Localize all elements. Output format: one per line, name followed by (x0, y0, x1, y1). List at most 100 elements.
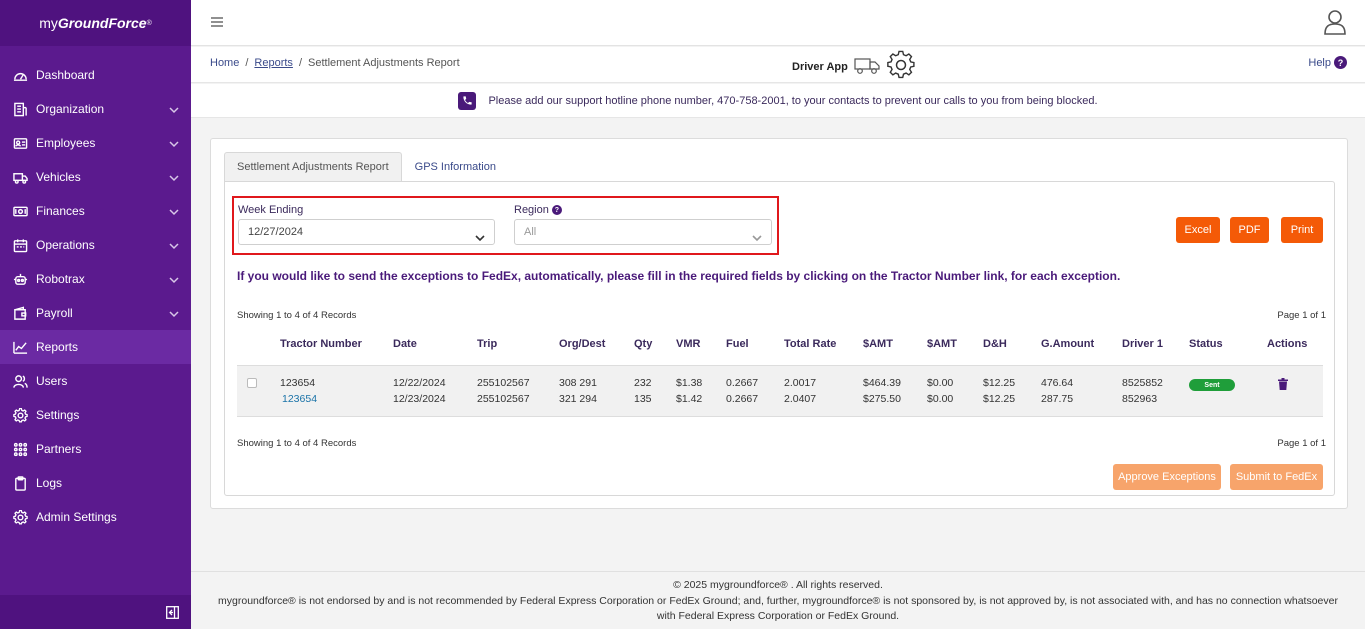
page-info-bottom: Page 1 of 1 (1277, 438, 1326, 449)
region-select[interactable]: All (514, 219, 772, 245)
brand-logo[interactable]: my GroundForce ® (0, 0, 191, 46)
sidebar-footer (0, 595, 191, 629)
breadcrumb-reports-link[interactable]: Reports (254, 57, 293, 69)
cell-vmr: $1.38 $1.42 (676, 377, 703, 405)
sidebar-item-label: Settings (36, 408, 80, 422)
help-link[interactable]: Help ? (1308, 56, 1347, 69)
cell-amt: $464.39 $275.50 (863, 377, 901, 405)
region-help-icon[interactable]: ? (551, 205, 562, 215)
report-tabs: Settlement Adjustments Report GPS Inform… (224, 152, 509, 182)
col-actions: Actions (1267, 338, 1308, 350)
sidebar-item-logs[interactable]: Logs (0, 466, 191, 500)
chevron-down-icon (169, 138, 179, 148)
col-qty[interactable]: Qty (634, 338, 652, 350)
disclaimer-text-2: with Federal Express Corporation or FedE… (656, 610, 900, 622)
sidebar-item-employees[interactable]: Employees (0, 126, 191, 160)
col-driver-1[interactable]: Driver 1 (1122, 338, 1163, 350)
week-ending-value: 12/27/2024 (248, 226, 304, 238)
report-card: Settlement Adjustments Report GPS Inform… (210, 138, 1348, 509)
sidebar-item-operations[interactable]: Operations (0, 228, 191, 262)
exceptions-info-text: If you would like to send the exceptions… (237, 269, 1121, 283)
sidebar-item-users[interactable]: Users (0, 364, 191, 398)
col-total-rate[interactable]: Total Rate (784, 338, 836, 350)
week-ending-filter: Week Ending 12/27/2024 (238, 204, 495, 245)
hamburger-menu-icon[interactable] (211, 16, 223, 27)
col-amt-2[interactable]: $AMT (927, 338, 957, 350)
col-g-amount[interactable]: G.Amount (1041, 338, 1094, 350)
week-ending-select[interactable]: 12/27/2024 (238, 219, 495, 245)
breadcrumb-home-link[interactable]: Home (210, 57, 239, 69)
sidebar: my GroundForce ® Dashboard Organization Empl… (0, 0, 191, 629)
sidebar-item-vehicles[interactable]: Vehicles (0, 160, 191, 194)
calendar-icon (12, 237, 28, 253)
sidebar-item-label: Operations (36, 238, 95, 252)
tractor-number-text: 123654 (280, 377, 316, 389)
sidebar-item-organization[interactable]: Organization (0, 92, 191, 126)
support-notice: Please add our support hotline phone num… (191, 84, 1365, 118)
col-trip[interactable]: Trip (477, 338, 497, 350)
driver-app-label: Driver App (792, 60, 848, 73)
filter-highlight-box: Week Ending 12/27/2024 Region? All (232, 196, 779, 255)
page-info-top: Page 1 of 1 (1277, 310, 1326, 321)
print-button[interactable]: Print (1281, 217, 1323, 243)
col-fuel[interactable]: Fuel (726, 338, 749, 350)
sidebar-item-label: Users (36, 374, 68, 388)
excel-button[interactable]: Excel (1176, 217, 1220, 243)
row-checkbox[interactable] (247, 378, 257, 388)
cell-g-amount: 476.64 287.75 (1041, 377, 1074, 405)
col-tractor-number[interactable]: Tractor Number (280, 338, 362, 350)
user-profile-icon[interactable] (1323, 9, 1347, 35)
sidebar-item-dashboard[interactable]: Dashboard (0, 58, 191, 92)
sidebar-item-label: Payroll (36, 306, 73, 320)
sidebar-item-finances[interactable]: Finances (0, 194, 191, 228)
sidebar-item-admin-settings[interactable]: Admin Settings (0, 500, 191, 534)
sidebar-item-label: Logs (36, 476, 63, 490)
col-date[interactable]: Date (393, 338, 417, 350)
phone-icon (458, 91, 477, 110)
sidebar-item-label: Employees (36, 136, 96, 150)
sidebar-item-payroll[interactable]: Payroll (0, 296, 191, 330)
trash-icon[interactable] (1278, 378, 1288, 390)
sidebar-item-reports[interactable]: Reports (0, 330, 191, 364)
col-vmr[interactable]: VMR (676, 338, 700, 350)
breadcrumb: Home / Reports / Settlement Adjustments … (210, 57, 460, 69)
col-amt[interactable]: $AMT (863, 338, 893, 350)
cell-driver-1: 8525852 852963 (1122, 377, 1163, 405)
status-badge: Sent (1189, 379, 1235, 391)
tab-settlement-adjustments-report[interactable]: Settlement Adjustments Report (224, 152, 402, 182)
sidebar-nav: Dashboard Organization Employees Vehicles Fi… (0, 58, 191, 534)
chevron-down-icon (169, 206, 179, 216)
cell-date: 12/22/2024 12/23/2024 (393, 377, 446, 405)
region-value: All (524, 226, 537, 238)
building-icon (12, 101, 28, 117)
records-count-top: Showing 1 to 4 of 4 Records (237, 310, 357, 321)
disclaimer-text: mygroundforce® is not endorsed by and is… (218, 594, 1338, 607)
id-card-icon (12, 135, 28, 151)
report-panel: Week Ending 12/27/2024 Region? All Excel… (224, 181, 1335, 496)
col-org-dest[interactable]: Org/Dest (559, 338, 605, 350)
driver-app-gear-icon[interactable] (886, 50, 916, 83)
tab-gps-information[interactable]: GPS Information (402, 152, 509, 182)
chevron-down-icon (169, 104, 179, 114)
sidebar-item-robotrax[interactable]: Robotrax (0, 262, 191, 296)
cell-fuel: 0.2667 0.2667 (726, 377, 759, 405)
submit-to-fedex-button[interactable]: Submit to FedEx (1230, 464, 1323, 490)
sidebar-item-partners[interactable]: Partners (0, 432, 191, 466)
approve-exceptions-button[interactable]: Approve Exceptions (1113, 464, 1221, 490)
driver-app-link[interactable]: Driver App (792, 50, 916, 83)
brand-prefix: my (39, 15, 58, 31)
brand-name: GroundForce (57, 15, 147, 31)
pdf-button[interactable]: PDF (1230, 217, 1269, 243)
col-dh[interactable]: D&H (983, 338, 1007, 350)
notice-text: Please add our support hotline phone num… (488, 94, 1098, 107)
page-footer: © 2025 mygroundforce® . All rights reser… (191, 571, 1365, 629)
region-label: Region? (514, 204, 772, 216)
top-bar (191, 0, 1365, 46)
cell-org-dest: 308 291 321 294 (559, 377, 597, 405)
robot-icon (12, 271, 28, 287)
tractor-number-link[interactable]: 123654 (280, 391, 317, 407)
collapse-sidebar-icon[interactable] (166, 606, 179, 619)
sidebar-item-settings[interactable]: Settings (0, 398, 191, 432)
help-label: Help (1308, 56, 1331, 69)
cell-tractor: 123654 123654 (280, 375, 317, 407)
